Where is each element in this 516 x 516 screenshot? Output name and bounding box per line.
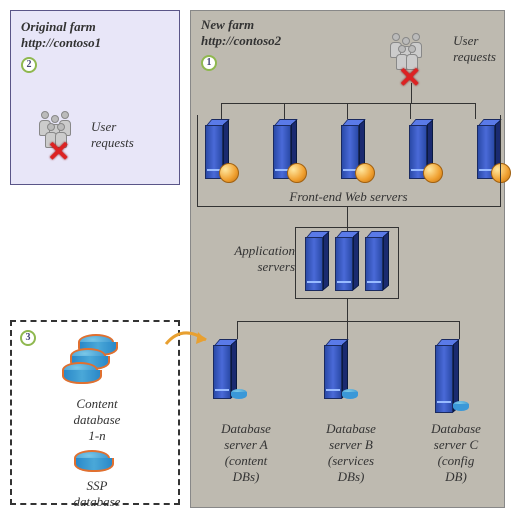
- app-servers-frame: [295, 227, 399, 299]
- web-servers-frame: [197, 115, 501, 207]
- ssp-db-label: SSP database: [12, 478, 182, 510]
- content-db-label: Content database 1-n: [12, 396, 182, 444]
- new-farm-header: New farm http://contoso2 1: [201, 17, 281, 71]
- connector-line: [237, 321, 459, 322]
- db-servers-row: [209, 339, 489, 417]
- disk-icon: [453, 401, 469, 409]
- disk-icon: [62, 362, 98, 378]
- disk-icon: [74, 450, 110, 466]
- original-users: ✕: [39, 111, 77, 153]
- source-db-box: 3 Content database 1-n SSP database: [10, 320, 180, 505]
- badge-2: 2: [21, 57, 37, 73]
- db-c-label: Database server C (config DB): [411, 421, 501, 485]
- connector-line: [347, 299, 348, 321]
- original-farm-box: Original farm http://contoso1 2 ✕ User r…: [10, 10, 180, 185]
- migration-arrow: [162, 320, 222, 380]
- connector-line: [221, 103, 475, 104]
- new-users: ✕: [390, 33, 428, 75]
- connector-line: [459, 321, 460, 339]
- db-server-b: [320, 339, 378, 417]
- db-a-label: Database server A (content DBs): [201, 421, 291, 485]
- db-server-c: [431, 339, 489, 417]
- original-farm-url: http://contoso1: [21, 35, 169, 51]
- connector-line: [411, 83, 412, 103]
- disk-icon: [231, 389, 247, 397]
- original-farm-header: Original farm http://contoso1 2: [11, 11, 179, 81]
- x-icon: ✕: [398, 61, 421, 94]
- badge-1: 1: [201, 55, 217, 71]
- new-farm-title: New farm: [201, 17, 281, 33]
- x-icon: ✕: [47, 135, 70, 168]
- new-user-label: User requests: [453, 33, 496, 65]
- ssp-db: [74, 450, 110, 466]
- connector-line: [237, 321, 238, 339]
- db-b-label: Database server B (services DBs): [306, 421, 396, 485]
- disk-icon: [342, 389, 358, 397]
- new-farm-url: http://contoso2: [201, 33, 281, 49]
- connector-line: [347, 321, 348, 339]
- original-user-label: User requests: [91, 119, 134, 151]
- original-farm-title: Original farm: [21, 19, 169, 35]
- new-farm-box: New farm http://contoso2 1 ✕ User reques…: [190, 10, 505, 508]
- app-servers-label: Application servers: [205, 243, 295, 275]
- badge-3: 3: [20, 330, 36, 346]
